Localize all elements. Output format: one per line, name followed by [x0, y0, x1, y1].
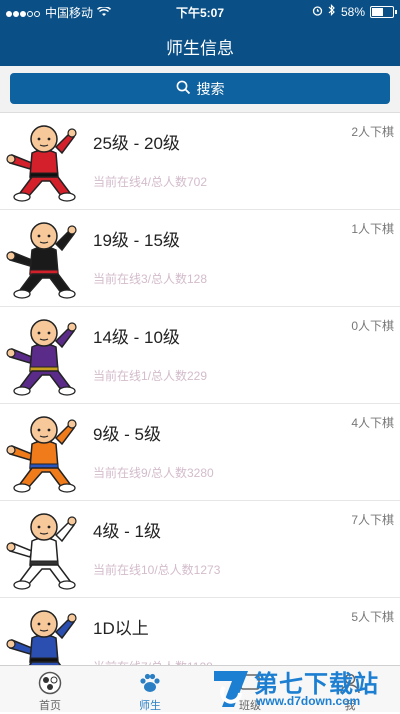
room-row[interactable]: 9级 - 5级当前在线9/总人数3280 4人下棋: [0, 404, 400, 501]
battery-icon: [370, 5, 397, 18]
kungfu-avatar-icon: [4, 216, 84, 300]
room-list: 25级 - 20级当前在线4/总人数702 2人下棋 19级 - 15级当前在线3/…: [0, 113, 400, 665]
room-online-count: 当前在线7/总人数1128: [93, 658, 213, 665]
alarm-icon: [312, 5, 323, 19]
battery-percent: 58%: [340, 4, 365, 19]
search-label: 搜索: [196, 80, 225, 97]
room-online-count: 当前在线1/总人数229: [93, 369, 208, 383]
room-playing-count: 2人下棋: [351, 125, 394, 139]
room-row[interactable]: 4级 - 1级当前在线10/总人数1273 7人下棋: [0, 501, 400, 598]
room-online-count: 当前在线4/总人数702: [93, 175, 208, 189]
tab-home[interactable]: 首页: [0, 666, 100, 712]
watermark-logo-icon: [210, 663, 254, 709]
room-level: 14级 - 10级: [93, 328, 180, 347]
room-playing-count: 1人下棋: [351, 222, 394, 236]
search-button[interactable]: 搜索: [10, 73, 390, 104]
room-row[interactable]: 1D以上当前在线7/总人数1128 5人下棋: [0, 598, 400, 665]
room-online-count: 当前在线10/总人数1273: [93, 563, 221, 577]
room-level: 1D以上: [93, 619, 149, 638]
room-level: 4级 - 1级: [93, 522, 162, 541]
kungfu-avatar-icon: [4, 313, 84, 397]
paw-icon: [137, 671, 163, 695]
room-level: 9级 - 5级: [93, 425, 162, 444]
room-playing-count: 0人下棋: [351, 319, 394, 333]
tab-teachers[interactable]: 师生: [100, 666, 200, 712]
room-row[interactable]: 19级 - 15级当前在线3/总人数128 1人下棋: [0, 210, 400, 307]
search-bar: 搜索: [0, 66, 400, 113]
room-level: 19级 - 15级: [93, 231, 180, 250]
kungfu-avatar-icon: [4, 410, 84, 494]
page-title: 师生信息: [166, 39, 234, 58]
go-stones-icon: [37, 671, 63, 695]
bluetooth-icon: [328, 4, 336, 19]
room-online-count: 当前在线3/总人数128: [93, 272, 208, 286]
kungfu-avatar-icon: [4, 119, 84, 203]
room-online-count: 当前在线9/总人数3280: [93, 466, 214, 480]
status-bar: 中国移动 下午5:07 58%: [0, 0, 400, 22]
room-playing-count: 7人下棋: [351, 513, 394, 527]
room-playing-count: 4人下棋: [351, 416, 394, 430]
watermark: 第七下载站 www.d7down.com: [208, 663, 400, 711]
room-playing-count: 5人下棋: [351, 610, 394, 624]
app-header: 中国移动 下午5:07 58% 师生信息: [0, 0, 400, 66]
room-row[interactable]: 14级 - 10级当前在线1/总人数229 0人下棋: [0, 307, 400, 404]
room-level: 25级 - 20级: [93, 134, 180, 153]
kungfu-avatar-icon: [4, 604, 84, 665]
watermark-url: www.d7down.com: [256, 694, 361, 708]
room-row[interactable]: 25级 - 20级当前在线4/总人数702 2人下棋: [0, 113, 400, 210]
kungfu-avatar-icon: [4, 507, 84, 591]
search-icon: [176, 80, 191, 98]
